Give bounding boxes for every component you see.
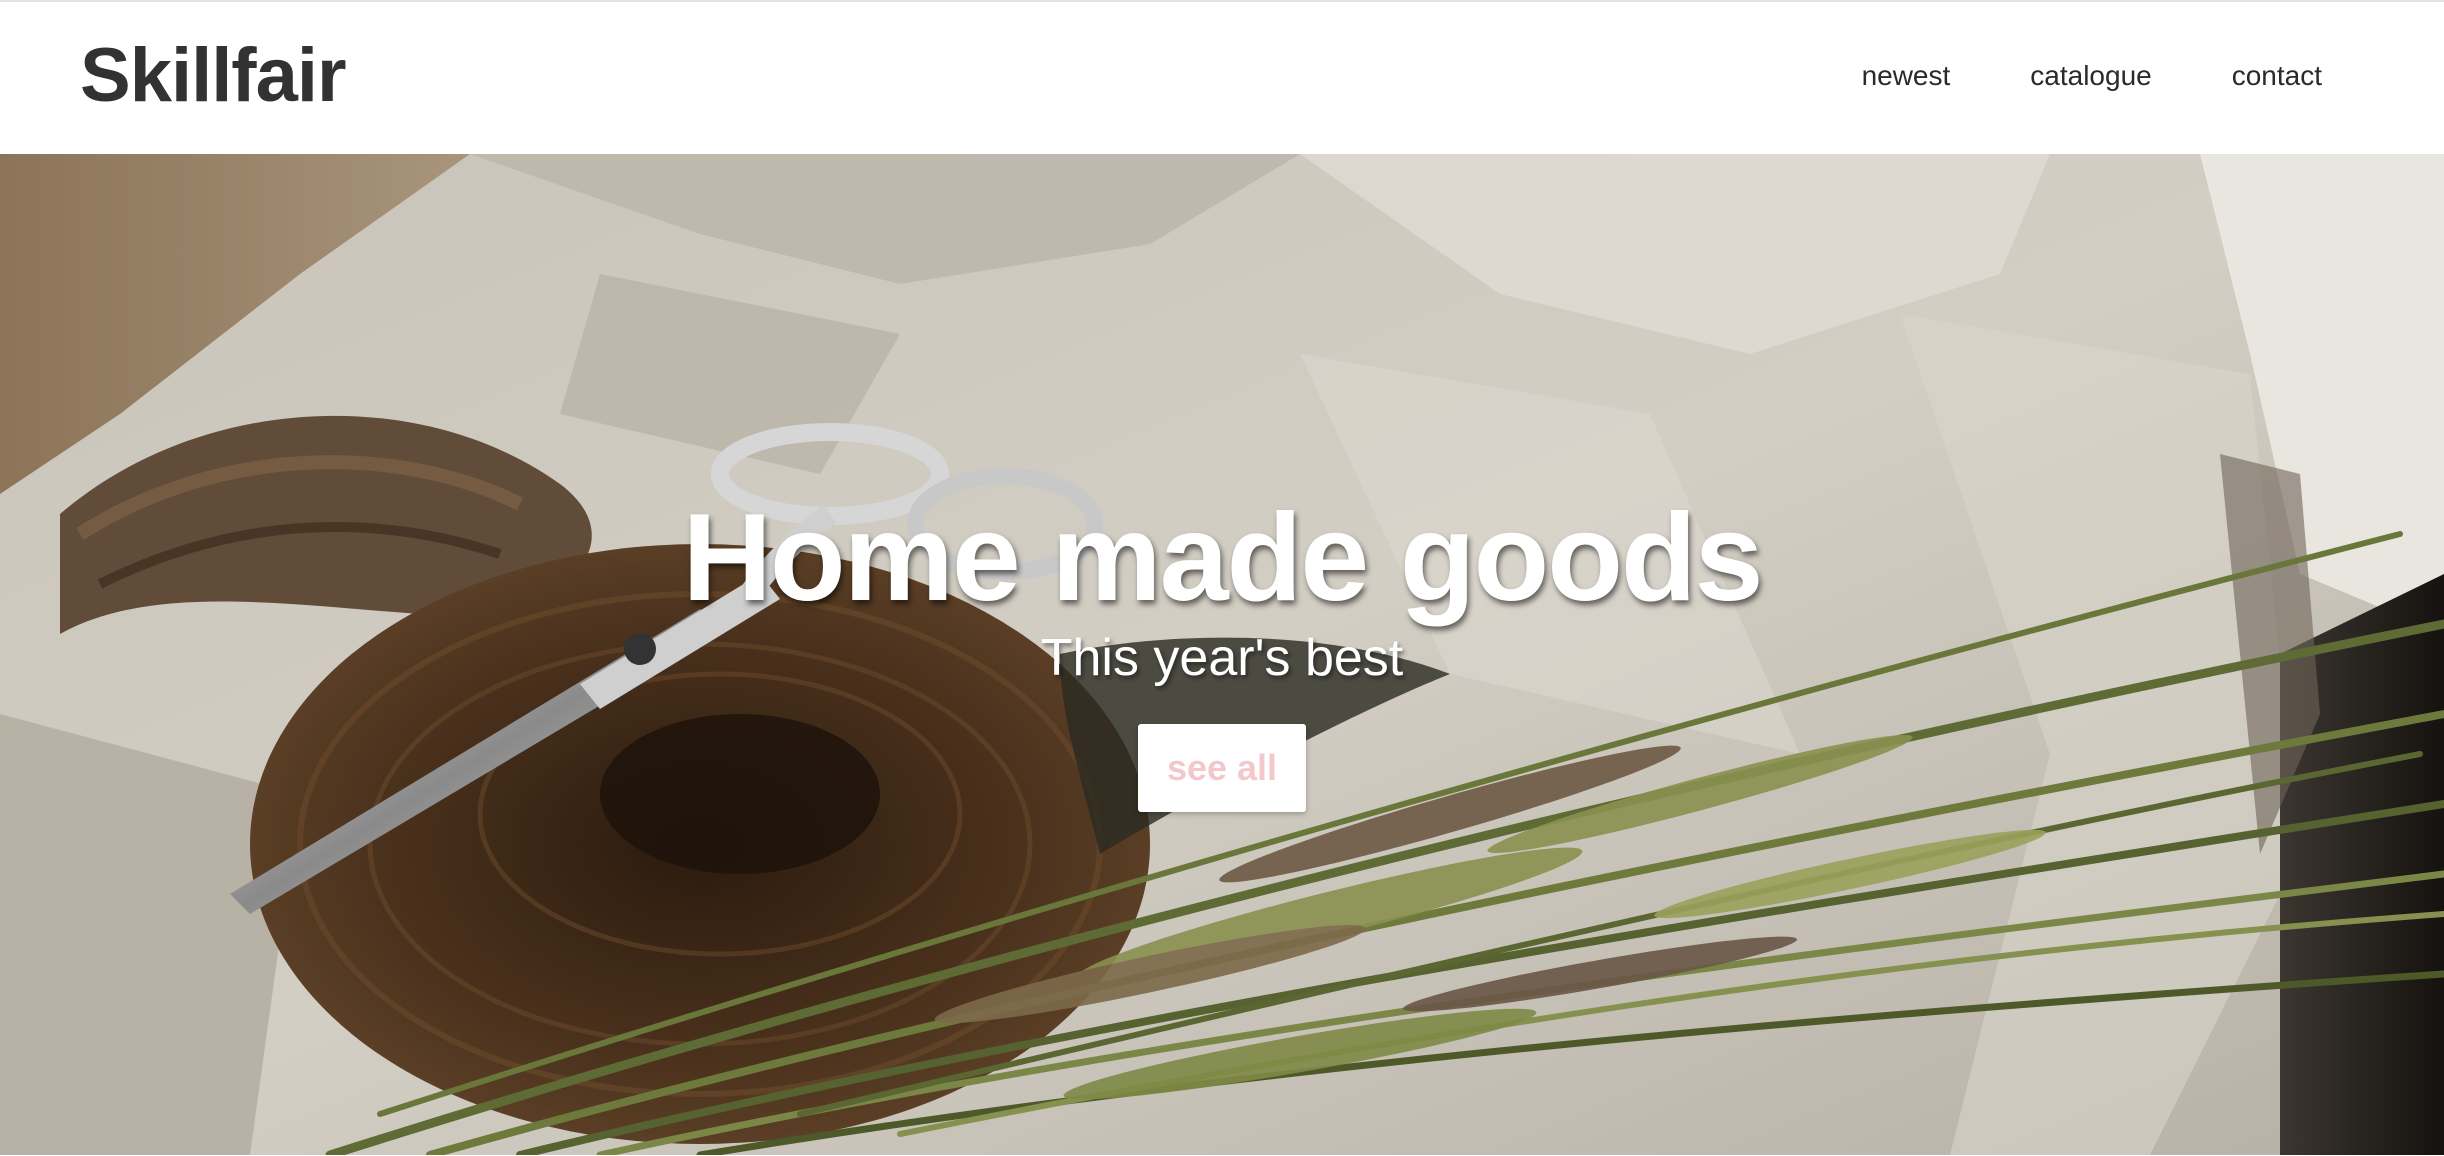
site-header: Skillfair newest catalogue contact — [0, 2, 2444, 154]
hero-title: Home made goods — [682, 489, 1763, 627]
hero-subtitle: This year's best — [1040, 629, 1404, 687]
nav-link-newest[interactable]: newest — [1862, 56, 1951, 96]
hero-banner: Home made goods This year's best see all — [0, 154, 2444, 1155]
main-nav: newest catalogue contact — [1862, 56, 2322, 96]
see-all-button[interactable]: see all — [1138, 724, 1306, 812]
nav-link-contact[interactable]: contact — [2232, 56, 2322, 96]
hero-content: Home made goods This year's best see all — [0, 154, 2444, 1155]
nav-link-catalogue[interactable]: catalogue — [2030, 56, 2151, 96]
site-logo[interactable]: Skillfair — [80, 30, 347, 122]
